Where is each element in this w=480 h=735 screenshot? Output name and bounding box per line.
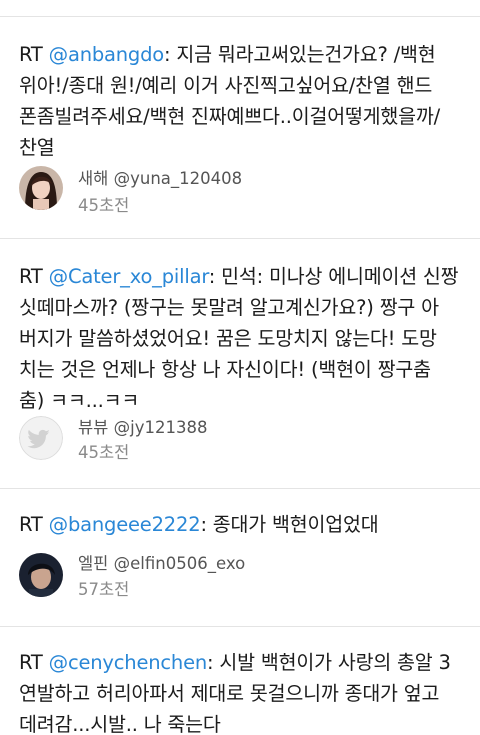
tweet-item[interactable]: RT @anbangdo: 지금 뭐라고써있는건가요? /백현 위아!/종대 원… [0, 16, 480, 238]
tweet-text-line: 싯떼마스까? (짱구는 못말려 알고계신가요?) 짱구 아 [19, 296, 439, 319]
timestamp: 57초전 [78, 580, 130, 599]
boy-photo-avatar-icon [19, 553, 63, 597]
tweet-text-line: 데려감...시발.. 나 죽는다 [19, 713, 221, 735]
tweet-feed: RT @anbangdo: 지금 뭐라고써있는건가요? /백현 위아!/종대 원… [0, 0, 480, 735]
default-bird-avatar-icon [19, 416, 63, 460]
rt-prefix: RT [19, 43, 49, 66]
tweet-author[interactable]: 새해 @yuna_120408 [78, 165, 242, 189]
tweet-author[interactable]: 뷰뷰 @jy121388 [78, 414, 207, 438]
tweet-item[interactable]: RT @Cater_xo_pillar: 민석: 미나상 에니메이션 신짱 싯떼… [0, 238, 480, 488]
username: @elfin0506_exo [113, 554, 246, 573]
tweet-text-line: 버지가 말씀하셨었어요! 꿈은 도망치지 않는다! 도망 [19, 327, 437, 350]
tweet-text-line: 찬열 [19, 136, 55, 159]
username: @yuna_120408 [113, 169, 243, 188]
display-name: 새해 [78, 169, 109, 188]
username: @jy121388 [113, 418, 208, 437]
rt-prefix: RT [19, 513, 49, 536]
mention-link[interactable]: @anbangdo [49, 43, 165, 66]
rt-prefix: RT [19, 265, 49, 288]
display-name: 뷰뷰 [78, 418, 109, 437]
rt-prefix: RT [19, 651, 49, 674]
tweet-text: RT @cenychenchen: 시발 백현이가 사랑의 총알 3 연발하고 … [19, 647, 467, 735]
tweet-text-line: : 지금 뭐라고써있는건가요? /백현 [164, 43, 436, 66]
tweet-item[interactable]: RT @cenychenchen: 시발 백현이가 사랑의 총알 3 연발하고 … [0, 626, 480, 735]
mention-link[interactable]: @Cater_xo_pillar [49, 265, 209, 288]
display-name: 엘핀 [78, 554, 109, 573]
tweet-text-line: : 시발 백현이가 사랑의 총알 3 [207, 651, 451, 674]
timestamp: 45초전 [78, 196, 130, 215]
tweet-text-line: 치는 것은 언제나 항상 나 자신이다! (백현이 짱구춤 [19, 358, 431, 381]
girl-photo-avatar-icon [19, 166, 63, 210]
tweet-text-line: : 종대가 백현이업었대 [200, 513, 379, 536]
timestamp: 45초전 [78, 443, 130, 462]
tweet-text: RT @anbangdo: 지금 뭐라고써있는건가요? /백현 위아!/종대 원… [19, 39, 467, 163]
avatar[interactable] [19, 166, 63, 210]
tweet-text-line: 춤) ㅋㅋ...ㅋㅋ [19, 389, 140, 412]
tweet-text-line: 위아!/종대 원!/예리 이거 사진찍고싶어요/찬열 핸드 [19, 74, 433, 97]
tweet-item[interactable]: RT @bangeee2222: 종대가 백현이업었대 엘핀 @elfin050… [0, 488, 480, 626]
mention-link[interactable]: @cenychenchen [49, 651, 208, 674]
avatar[interactable] [19, 553, 63, 597]
tweet-author[interactable]: 엘핀 @elfin0506_exo [78, 550, 245, 574]
tweet-text-line: : 민석: 미나상 에니메이션 신짱 [208, 265, 459, 288]
mention-link[interactable]: @bangeee2222 [49, 513, 201, 536]
tweet-text: RT @Cater_xo_pillar: 민석: 미나상 에니메이션 신짱 싯떼… [19, 261, 467, 416]
tweet-text-line: 연발하고 허리아파서 제대로 못걸으니까 종대가 엎고 [19, 682, 440, 705]
avatar[interactable] [19, 416, 63, 460]
tweet-text: RT @bangeee2222: 종대가 백현이업었대 [19, 509, 467, 540]
tweet-text-line: 폰좀빌려주세요/백현 진짜예쁘다..이걸어떻게했을까/ [19, 105, 441, 128]
